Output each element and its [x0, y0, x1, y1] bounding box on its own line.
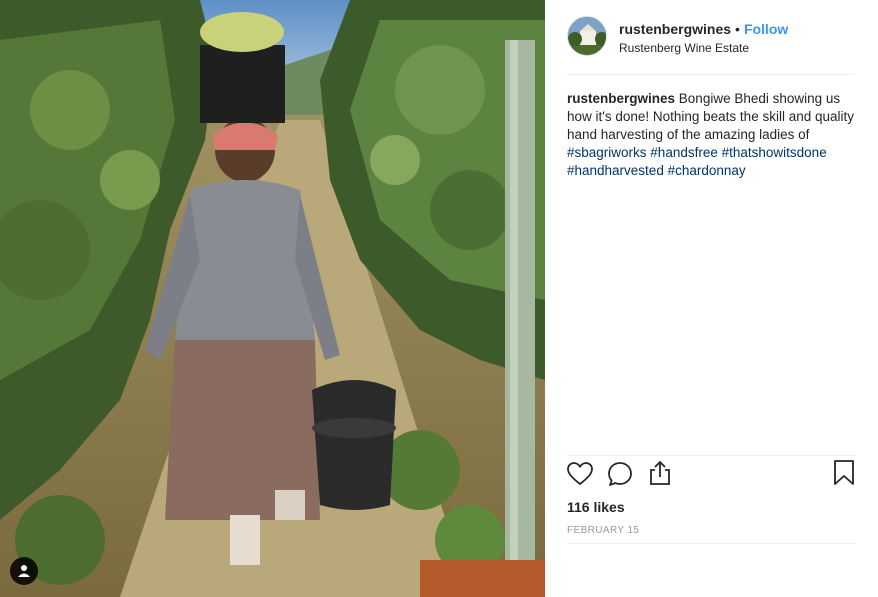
share-icon	[650, 460, 670, 485]
action-bar	[567, 455, 855, 486]
avatar[interactable]	[567, 16, 607, 56]
divider	[567, 543, 855, 544]
share-button[interactable]	[647, 460, 673, 491]
separator-dot: •	[735, 21, 740, 37]
comment-icon	[608, 462, 632, 486]
hashtag-link[interactable]: #thatshowitsdone	[722, 145, 827, 160]
bookmark-icon	[834, 460, 854, 485]
post-photo[interactable]	[0, 0, 545, 597]
post-caption: rustenbergwines Bongiwe Bhedi showing us…	[567, 90, 863, 180]
like-count[interactable]: 116 likes	[567, 499, 625, 515]
like-button[interactable]	[567, 462, 593, 491]
heart-icon	[567, 462, 593, 486]
caption-username[interactable]: rustenbergwines	[567, 91, 675, 106]
avatar-image	[568, 17, 606, 55]
save-button[interactable]	[833, 460, 855, 491]
hashtag-link[interactable]: #handharvested	[567, 163, 664, 178]
comment-button[interactable]	[607, 461, 633, 492]
hashtag-link[interactable]: #chardonnay	[668, 163, 746, 178]
location-link[interactable]: Rustenberg Wine Estate	[619, 41, 749, 55]
post-header: rustenbergwines • Follow Rustenberg Wine E…	[567, 16, 853, 75]
post-details-panel: rustenbergwines • Follow Rustenberg Wine E…	[545, 0, 878, 597]
hashtag-link[interactable]: #sbagriworks	[567, 145, 647, 160]
follow-button[interactable]: Follow	[744, 21, 788, 37]
hashtag-link[interactable]: #handsfree	[650, 145, 718, 160]
header-username-row: rustenbergwines • Follow	[619, 21, 788, 37]
tagged-users-button[interactable]	[10, 557, 38, 585]
user-icon	[18, 565, 30, 577]
vineyard-harvest-image	[0, 0, 545, 597]
post-date[interactable]: FEBRUARY 15	[567, 525, 639, 536]
username-link[interactable]: rustenbergwines	[619, 21, 731, 37]
